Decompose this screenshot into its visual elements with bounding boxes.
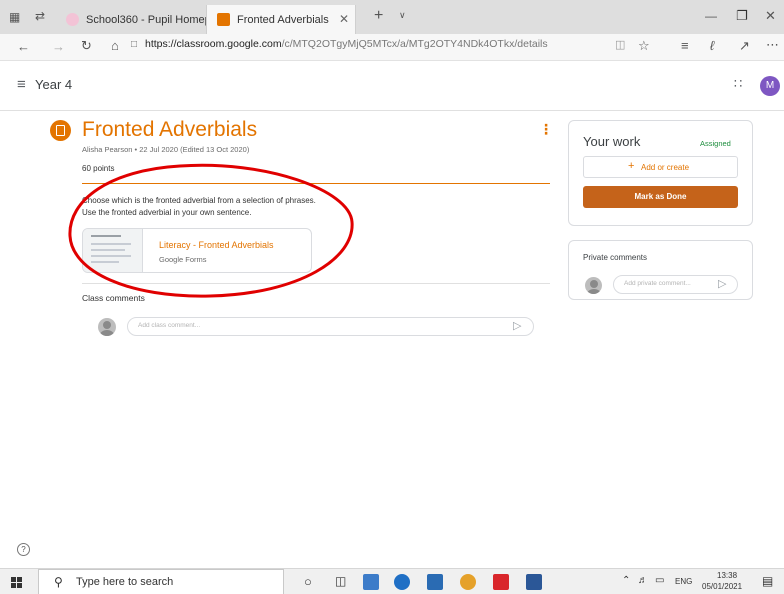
task-view-icon[interactable]: ◫ bbox=[335, 575, 346, 587]
plus-icon: + bbox=[628, 160, 635, 172]
language-indicator[interactable]: ENG bbox=[675, 577, 692, 586]
clock-date[interactable]: 05/01/2021 bbox=[702, 582, 742, 591]
file-explorer-icon[interactable] bbox=[363, 574, 379, 590]
chrome-icon[interactable] bbox=[460, 574, 476, 590]
windows-start-icon[interactable] bbox=[11, 577, 23, 588]
help-icon[interactable]: ? bbox=[17, 543, 30, 556]
send-private-icon[interactable]: ▷ bbox=[718, 279, 726, 290]
word-icon[interactable] bbox=[526, 574, 542, 590]
your-work-heading: Your work bbox=[583, 134, 641, 149]
private-comments-heading: Private comments bbox=[583, 253, 648, 262]
edge-icon[interactable] bbox=[394, 574, 410, 590]
search-icon: ⚲ bbox=[54, 575, 63, 589]
volume-icon[interactable]: ♬ bbox=[638, 576, 648, 586]
network-icon[interactable]: ▭ bbox=[655, 576, 664, 586]
taskbar-search-placeholder: Type here to search bbox=[76, 576, 174, 588]
store-icon[interactable] bbox=[427, 574, 443, 590]
status-badge: Assigned bbox=[700, 139, 731, 148]
notifications-icon[interactable]: ▤ bbox=[762, 575, 773, 587]
cortana-icon[interactable]: ○ bbox=[304, 575, 312, 588]
acrobat-icon[interactable] bbox=[493, 574, 509, 590]
clock-time[interactable]: 13:38 bbox=[717, 571, 737, 580]
mark-as-done-button[interactable]: Mark as Done bbox=[583, 186, 738, 208]
private-comments-card: Private comments Add private comment... … bbox=[568, 240, 753, 300]
private-comment-placeholder: Add private comment... bbox=[624, 280, 691, 287]
add-or-create-button[interactable]: + Add or create bbox=[583, 156, 738, 178]
your-work-card: Your work Assigned + Add or create Mark … bbox=[568, 120, 753, 226]
show-hidden-icons-icon[interactable]: ⌃ bbox=[622, 576, 630, 586]
private-avatar-icon bbox=[585, 277, 602, 294]
add-or-create-label: Add or create bbox=[641, 163, 690, 172]
private-comment-input[interactable]: Add private comment... ▷ bbox=[613, 275, 738, 294]
screen: ▦ ⇄ School360 - Pupil Homepag Fronted Ad… bbox=[0, 0, 784, 594]
taskbar-search-box[interactable]: ⚲ Type here to search bbox=[38, 569, 284, 594]
windows-taskbar: ⚲ Type here to search ○ ◫ ⌃ ♬ ▭ ENG 13:3… bbox=[0, 568, 784, 594]
